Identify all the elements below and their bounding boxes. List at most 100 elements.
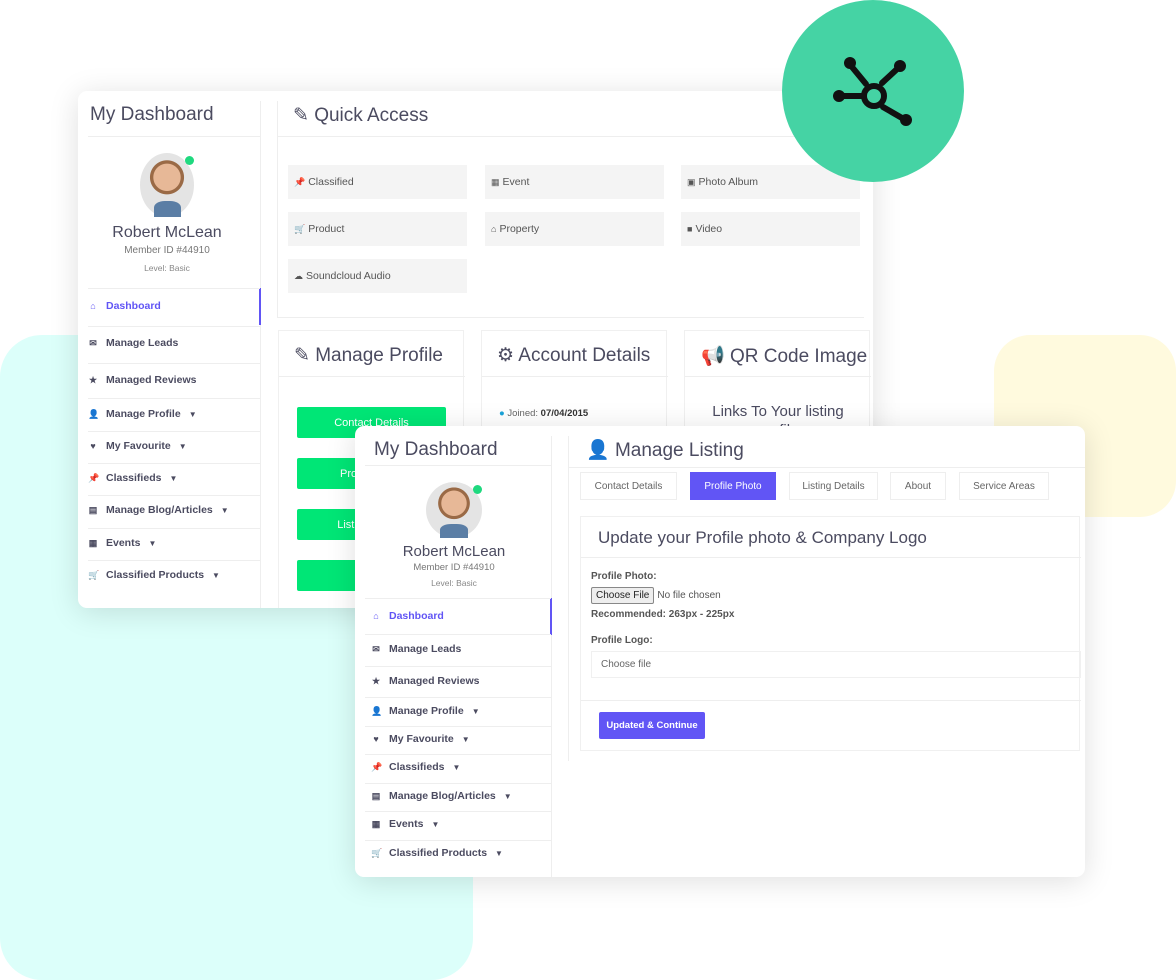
soundcloud-icon: ☁ [294, 270, 303, 281]
sidebar-item-label: Manage Leads [106, 337, 179, 349]
profile-logo-label: Profile Logo: [591, 635, 653, 646]
tile-label: Soundcloud Audio [306, 270, 391, 282]
sidebar-item-label: Manage Leads [389, 643, 462, 655]
sidebar-item-label: Classifieds [389, 761, 445, 773]
home-icon: ⌂ [90, 301, 96, 311]
bullhorn-icon: 📢 [701, 346, 725, 367]
caret-down-icon: ▼ [431, 819, 440, 829]
tab-service-areas[interactable]: Service Areas [959, 472, 1049, 500]
user-level: Level: Basic [431, 578, 477, 588]
manage-listing-title: Manage Listing [614, 440, 744, 461]
sidebar-item-managed-reviews[interactable]: ★ Managed Reviews [371, 675, 480, 687]
sidebar-item-my-favourite[interactable]: ♥ My Favourite ▼ [88, 440, 187, 452]
sidebar-item-label: Classifieds [106, 472, 162, 484]
heart-icon: ♥ [373, 734, 379, 744]
sidebar-item-manage-profile[interactable]: 👤 Manage Profile ▼ [88, 408, 197, 420]
sidebar-title: My Dashboard [90, 104, 214, 125]
card-title: QR Code Image [729, 346, 868, 367]
no-file-text: No file chosen [657, 590, 721, 601]
envelope-icon: ✉ [372, 643, 380, 654]
sidebar-item-classifieds[interactable]: 📌 Classifieds ▼ [371, 761, 460, 773]
tab-about[interactable]: About [890, 472, 946, 500]
calendar-icon: ▦ [491, 176, 500, 187]
tile-label: Photo Album [698, 176, 759, 188]
sidebar-item-label: Managed Reviews [389, 675, 480, 687]
caret-down-icon: ▼ [169, 473, 178, 483]
caret-down-icon: ▼ [178, 441, 187, 451]
online-indicator [185, 156, 194, 165]
sidebar-item-manage-blog-articles[interactable]: ▤ Manage Blog/Articles ▼ [88, 504, 229, 516]
tab-listing-details[interactable]: Listing Details [789, 472, 878, 500]
edit-icon: ✎ [294, 345, 310, 366]
sidebar-item-label: Manage Blog/Articles [106, 504, 213, 516]
sidebar-item-label: My Favourite [389, 733, 454, 745]
update-continue-button[interactable]: Updated & Continue [599, 712, 705, 739]
caret-down-icon: ▼ [471, 706, 480, 716]
sidebar-item-dashboard[interactable]: ⌂ Dashboard [371, 610, 444, 622]
user-name: Robert McLean [112, 224, 222, 241]
edit-icon: ✎ [293, 105, 309, 126]
dashboard-window-front: My Dashboard Robert McLean Member ID #44… [355, 426, 1085, 877]
sidebar-item-managed-reviews[interactable]: ★ Managed Reviews [88, 374, 197, 386]
logo-file-input[interactable]: Choose file [591, 651, 1081, 678]
quick-access-property[interactable]: ⌂ Property [485, 212, 664, 246]
file-icon: ▤ [88, 504, 98, 515]
caret-down-icon: ▼ [148, 538, 157, 548]
quick-access-classified[interactable]: 📌 Classified [288, 165, 467, 199]
clock-icon: ● [499, 408, 505, 419]
calendar-icon: ▦ [371, 818, 381, 829]
quick-access-soundcloud-audio[interactable]: ☁ Soundcloud Audio [288, 259, 467, 293]
heart-icon: ♥ [90, 441, 96, 451]
cart-icon: 🛒 [88, 569, 100, 580]
user-icon: 👤 [586, 440, 610, 461]
card-title: Account Details [518, 345, 651, 366]
caret-down-icon: ▼ [212, 570, 220, 580]
sidebar-item-label: Manage Profile [389, 705, 464, 717]
card-title: Manage Profile [315, 345, 443, 366]
quick-access-video[interactable]: ■ Video [681, 212, 860, 246]
sidebar-item-my-favourite[interactable]: ♥ My Favourite ▼ [371, 733, 470, 745]
sidebar-item-label: Events [106, 537, 141, 549]
sidebar-item-events[interactable]: ▦ Events ▼ [371, 818, 440, 830]
tab-contact-details[interactable]: Contact Details [580, 472, 677, 500]
sidebar-item-label: Managed Reviews [106, 374, 197, 386]
home-icon: ⌂ [491, 224, 497, 234]
member-id: Member ID #44910 [124, 245, 210, 256]
cart-icon: 🛒 [294, 223, 306, 234]
file-icon: ▤ [371, 790, 381, 801]
cart-icon: 🛒 [371, 847, 383, 858]
caret-down-icon: ▼ [220, 505, 229, 515]
upload-panel: Update your Profile photo & Company Logo… [580, 516, 1081, 751]
sidebar-item-events[interactable]: ▦ Events ▼ [88, 537, 157, 549]
active-indicator [259, 288, 261, 325]
home-icon: ⌂ [373, 611, 379, 621]
caret-down-icon: ▼ [503, 791, 512, 801]
quick-access-event[interactable]: ▦ Event [485, 165, 664, 199]
sidebar-item-manage-blog-articles[interactable]: ▤ Manage Blog/Articles ▼ [371, 790, 512, 802]
gear-icon: ⚙ [497, 345, 515, 366]
sidebar-item-manage-leads[interactable]: ✉ Manage Leads [371, 643, 461, 655]
quick-access-product[interactable]: 🛒 Product [288, 212, 467, 246]
sidebar-item-dashboard[interactable]: ⌂ Dashboard [88, 300, 161, 312]
recommended-size: Recommended: 263px - 225px [591, 609, 735, 620]
pin-icon: 📌 [371, 761, 383, 772]
member-id: Member ID #44910 [413, 562, 495, 573]
user-icon: 👤 [371, 705, 383, 716]
sidebar-item-manage-leads[interactable]: ✉ Manage Leads [88, 337, 178, 349]
envelope-icon: ✉ [89, 337, 97, 348]
sidebar-item-classifieds[interactable]: 📌 Classifieds ▼ [88, 472, 177, 484]
sidebar-title: My Dashboard [374, 439, 498, 460]
choose-file-button[interactable]: Choose File [591, 587, 655, 604]
sidebar-item-manage-profile[interactable]: 👤 Manage Profile ▼ [371, 705, 480, 717]
online-indicator [473, 485, 482, 494]
hub-badge [782, 0, 964, 182]
pin-icon: 📌 [88, 472, 100, 483]
tab-profile-photo[interactable]: Profile Photo [690, 472, 776, 500]
sidebar-item-label: Classified Products [106, 569, 205, 581]
tile-label: Video [695, 223, 723, 235]
sidebar-item-classified-products[interactable]: 🛒 Classified Products ▼ [88, 569, 220, 581]
sidebar-item-classified-products[interactable]: 🛒 Classified Products ▼ [371, 847, 503, 859]
caret-down-icon: ▼ [461, 734, 470, 744]
sidebar-item-label: Dashboard [389, 610, 444, 622]
user-name: Robert McLean [402, 543, 506, 560]
